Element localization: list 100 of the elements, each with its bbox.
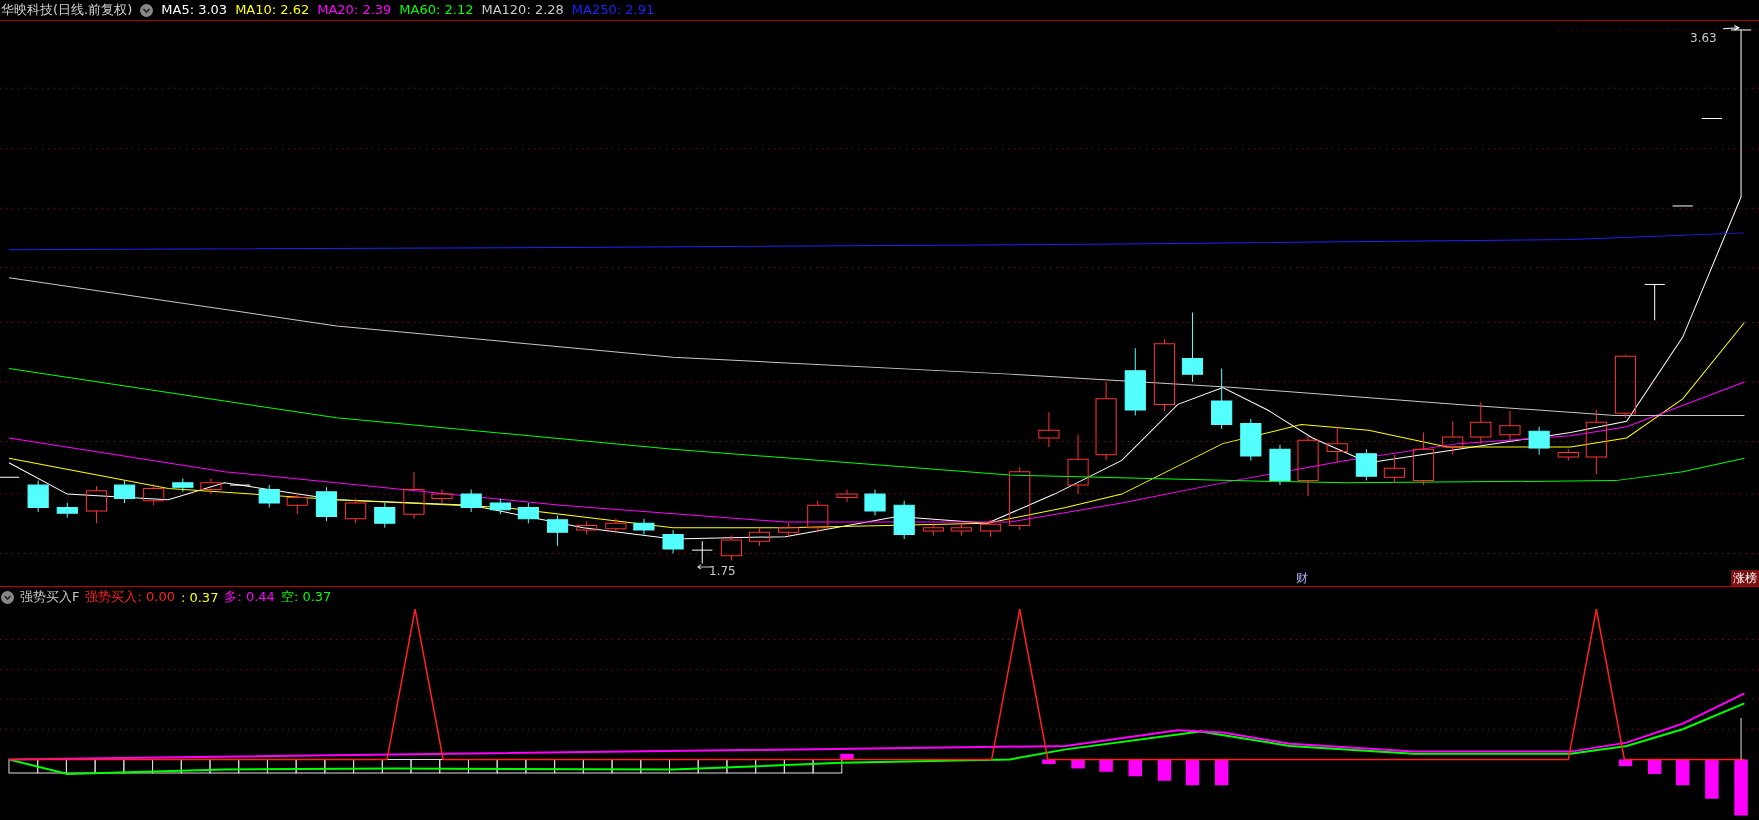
rank-badge: 涨榜 [1731,570,1759,586]
histogram-bar [123,758,154,774]
moving-average-value: MA60: 2.12 [399,1,474,19]
candlestick [143,483,165,506]
moving-average-value: MA10: 2.62 [235,1,310,19]
histogram-bar [209,758,240,774]
candlestick [662,529,684,554]
candlestick [1413,431,1435,486]
candlestick [286,492,308,515]
candlestick [1326,426,1348,464]
candlestick [258,484,280,509]
histogram-bar [525,758,556,774]
indicator-value: : 0.37 [180,589,219,605]
histogram-bar [180,758,211,774]
candlestick [27,480,49,513]
candlestick [1211,368,1233,430]
candlestick [517,502,539,524]
candlestick [748,527,771,547]
histogram-bar [324,758,355,774]
candlestick [778,522,800,538]
moving-average-value: MA20: 2.39 [317,1,392,19]
histogram-bar [467,758,498,774]
histogram-bar [783,758,814,774]
histogram-bar [755,758,785,774]
histogram-bar [554,758,584,774]
candlestick [1355,448,1377,482]
candlestick [1470,401,1492,445]
candlestick [1557,448,1579,461]
candlestick [979,519,1002,538]
candlestick [85,485,108,524]
candlestick [950,522,972,537]
candlestick [691,540,713,565]
indicator-value: 空: 0.37 [280,588,332,606]
candlestick [1038,411,1060,448]
candlestick [56,502,78,519]
arrow-icon [1722,25,1740,31]
candlestick [1585,409,1607,475]
candlestick [720,535,742,561]
candlestick [229,484,251,486]
histogram-bar [381,758,412,774]
histogram-bar [37,758,67,774]
histogram-bar [496,758,527,774]
histogram-bar [1157,759,1172,781]
high-price-label: 3.63 [1690,31,1717,45]
histogram-bar [1214,759,1229,786]
indicator-name: 强势买入F [20,588,80,606]
histogram-bar [152,758,182,774]
histogram-bar [611,758,642,774]
finance-marker: 财 [1296,571,1308,585]
chart-title: 华映科技(日线.前复权) [1,1,133,19]
indicator-value: 多: 0.44 [224,588,275,606]
histogram-bar [582,758,613,774]
histogram-bar [1618,759,1633,767]
arrow-icon [697,564,712,570]
histogram-bar [1071,759,1085,769]
candlestick [864,489,886,516]
candlestick [374,502,396,529]
candlestick [1383,454,1405,484]
candlestick [403,471,425,520]
candlestick [836,489,858,503]
candlestick [1067,434,1089,495]
candlestick [460,489,482,513]
candlestick [1701,118,1723,120]
histogram-bar [697,758,728,774]
candlestick [1442,420,1464,456]
histogram-bar [295,758,326,774]
moving-average-value: MA250: 2.91 [571,1,655,19]
candlestick [807,500,829,533]
histogram-bar [94,758,125,774]
histogram-bar [238,758,268,774]
candlestick [489,498,511,515]
candlestick [1297,435,1319,497]
candlestick [1499,410,1521,441]
candlestick [1644,283,1666,321]
indicator-value: 强势买入: 0.00 [85,588,175,606]
candlestick [1614,354,1637,419]
histogram-bar [410,758,441,774]
histogram-bar [726,758,757,774]
candlestick [1009,466,1031,531]
dropdown-icon[interactable] [140,3,154,17]
candlestick [315,486,338,522]
dropdown-icon[interactable] [1,590,14,604]
histogram-bar [1734,759,1748,816]
histogram-bar [8,758,39,774]
candlestick [633,518,655,535]
moving-average-value: MA120: 2.28 [481,1,564,19]
histogram-bar [640,758,670,774]
histogram-bar [266,758,297,774]
candlestick [345,498,367,524]
candlestick [0,476,20,478]
candlestick [431,489,453,504]
candlestick [172,477,194,493]
candlestick [1672,205,1694,207]
candlestick [1269,444,1291,486]
candlestick [1528,426,1550,456]
low-price-label: 1.75 [709,564,736,578]
histogram-bar [439,758,469,774]
candlestick [893,500,915,540]
candlestick [922,522,944,537]
histogram-bar [1676,759,1690,786]
